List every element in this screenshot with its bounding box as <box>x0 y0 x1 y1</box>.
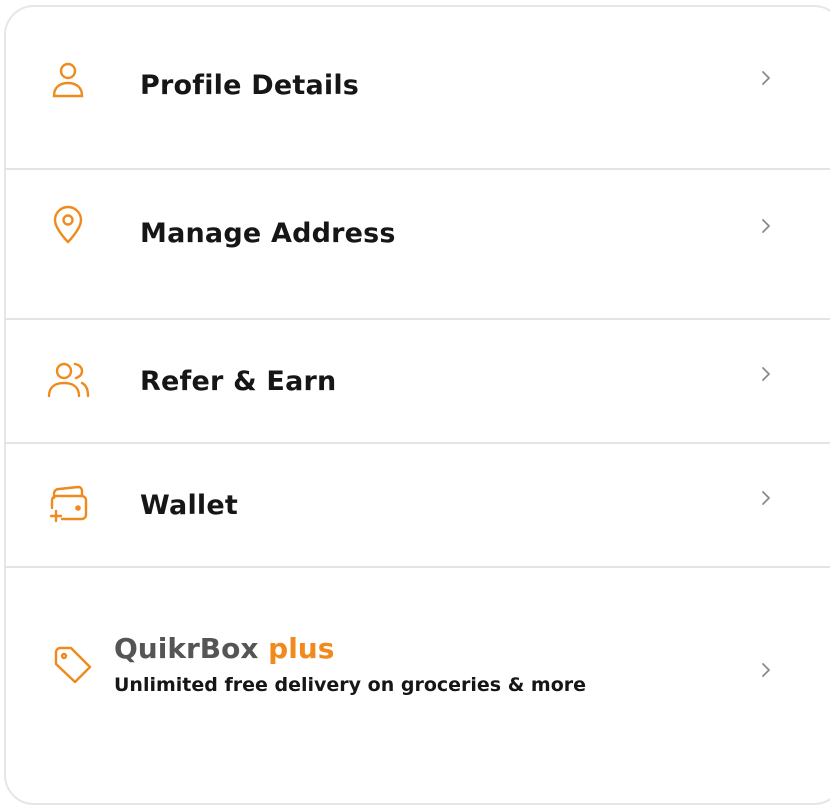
quikrbox-plus-subtitle: Unlimited free delivery on groceries & m… <box>114 674 587 696</box>
location-pin-icon <box>46 202 90 246</box>
menu-item-quikrbox-plus[interactable] <box>6 568 830 776</box>
quikrbox-plus-title: QuikrBox plus <box>114 632 334 665</box>
user-icon <box>46 58 90 102</box>
menu-item-refer-earn[interactable]: Refer & Earn <box>6 320 830 442</box>
brand-name: QuikrBox <box>114 632 259 665</box>
chevron-right-icon <box>756 488 776 508</box>
menu-item-manage-address[interactable]: Manage Address <box>6 170 830 318</box>
chevron-right-icon <box>756 216 776 236</box>
menu-item-profile-details[interactable]: Profile Details <box>6 8 830 168</box>
menu-item-label: Refer & Earn <box>140 366 337 397</box>
chevron-right-icon <box>756 364 776 384</box>
menu-item-wallet[interactable]: Wallet <box>6 444 830 566</box>
chevron-right-icon <box>756 68 776 88</box>
tag-icon <box>50 642 94 686</box>
menu-item-label: Profile Details <box>140 70 360 101</box>
users-icon <box>46 358 90 402</box>
wallet-icon <box>46 482 90 526</box>
plus-word: plus <box>268 632 335 665</box>
menu-item-label: Manage Address <box>140 218 396 249</box>
menu-item-label: Wallet <box>140 490 238 521</box>
chevron-right-icon <box>756 660 776 680</box>
